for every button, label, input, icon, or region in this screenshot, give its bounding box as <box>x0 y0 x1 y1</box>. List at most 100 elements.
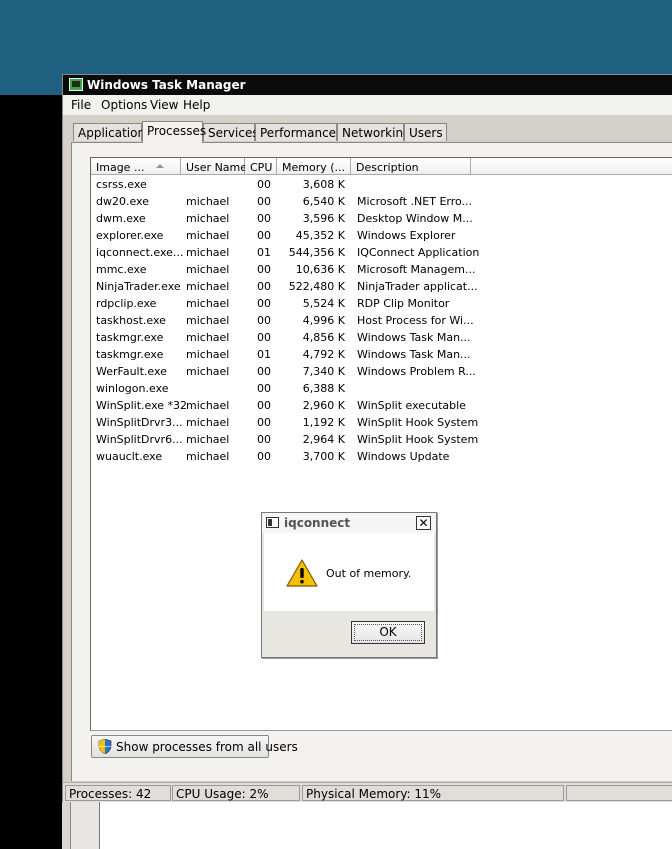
table-row[interactable]: WinSplit.exe *32 michael 00 2,960 K WinSplit… <box>91 397 672 414</box>
process-cpu: 00 <box>257 229 271 242</box>
tab-processes[interactable]: Processes <box>142 121 206 143</box>
column-image-name-label: Image ... <box>96 161 145 174</box>
process-cpu: 00 <box>257 178 271 191</box>
status-processes: Processes: 42 <box>65 785 171 801</box>
process-cpu: 01 <box>257 246 271 259</box>
dialog-body: Out of memory. <box>264 533 434 611</box>
process-description: NinjaTrader applicat... <box>357 280 478 293</box>
menu-help[interactable]: Help <box>183 98 210 112</box>
tab-services[interactable]: Services <box>203 123 259 141</box>
process-image-name: WinSplitDrvr6... <box>96 433 183 446</box>
app-window-icon <box>266 517 279 528</box>
process-memory: 7,340 K <box>302 365 345 378</box>
process-memory: 2,960 K <box>302 399 345 412</box>
table-row[interactable]: taskhost.exe michael 00 4,996 K Host Process… <box>91 312 672 329</box>
process-cpu: 00 <box>257 399 271 412</box>
error-dialog: iqconnect ✕ Out of memory. OK <box>261 512 437 658</box>
table-row[interactable]: WerFault.exe michael 00 7,340 K Windows Prob… <box>91 363 672 380</box>
tab-performance[interactable]: Performance <box>255 123 337 141</box>
process-memory: 2,964 K <box>302 433 345 446</box>
menu-view[interactable]: View <box>150 98 178 112</box>
process-description: Windows Task Man... <box>357 331 471 344</box>
column-description[interactable]: Description <box>351 158 471 175</box>
process-memory: 4,856 K <box>302 331 345 344</box>
process-description: Host Process for Wi... <box>357 314 474 327</box>
ok-button[interactable]: OK <box>351 621 425 644</box>
process-user-name: michael <box>186 365 230 378</box>
process-memory: 4,792 K <box>302 348 345 361</box>
table-row[interactable]: NinjaTrader.exe michael 00 522,480 K NinjaTr… <box>91 278 672 295</box>
shield-icon <box>98 739 112 754</box>
process-memory: 45,352 K <box>295 229 345 242</box>
process-memory: 6,540 K <box>302 195 345 208</box>
background-window-frame <box>70 802 100 849</box>
process-memory: 3,596 K <box>302 212 345 225</box>
table-row[interactable]: dw20.exe michael 00 6,540 K Microsoft .NET E… <box>91 193 672 210</box>
close-icon[interactable]: ✕ <box>416 516 431 530</box>
process-description: RDP Clip Monitor <box>357 297 450 310</box>
table-row[interactable]: taskmgr.exe michael 00 4,856 K Windows Task … <box>91 329 672 346</box>
process-cpu: 00 <box>257 263 271 276</box>
column-user-name[interactable]: User Name <box>181 158 247 175</box>
column-cpu[interactable]: CPU <box>245 158 277 175</box>
process-cpu: 00 <box>257 382 271 395</box>
menu-options[interactable]: Options <box>101 98 147 112</box>
column-filler <box>471 158 672 175</box>
process-image-name: csrss.exe <box>96 178 147 191</box>
title-bar[interactable]: Windows Task Manager <box>63 75 672 95</box>
table-row[interactable]: WinSplitDrvr6... michael 00 2,964 K WinSplit… <box>91 431 672 448</box>
process-description: Windows Task Man... <box>357 348 471 361</box>
table-row[interactable]: rdpclip.exe michael 00 5,524 K RDP Clip Moni… <box>91 295 672 312</box>
window-title: Windows Task Manager <box>87 78 246 92</box>
process-image-name: wuauclt.exe <box>96 450 163 463</box>
table-row[interactable]: csrss.exe 00 3,608 K <box>91 176 672 193</box>
process-user-name: michael <box>186 297 230 310</box>
sort-ascending-icon <box>156 164 164 168</box>
desktop-left-strip <box>0 95 62 849</box>
process-description: WinSplit executable <box>357 399 466 412</box>
table-row[interactable]: mmc.exe michael 00 10,636 K Microsoft Manage… <box>91 261 672 278</box>
table-row[interactable]: taskmgr.exe michael 01 4,792 K Windows Task … <box>91 346 672 363</box>
show-all-users-button[interactable]: Show processes from all users <box>91 735 298 758</box>
process-cpu: 00 <box>257 212 271 225</box>
table-row[interactable]: dwm.exe michael 00 3,596 K Desktop Window M.… <box>91 210 672 227</box>
process-description: Windows Explorer <box>357 229 456 242</box>
process-description: IQConnect Application <box>357 246 480 259</box>
process-cpu: 00 <box>257 331 271 344</box>
dialog-title-bar[interactable]: iqconnect ✕ <box>262 513 436 533</box>
process-memory: 10,636 K <box>295 263 345 276</box>
process-memory: 522,480 K <box>288 280 345 293</box>
process-image-name: mmc.exe <box>96 263 147 276</box>
process-description: Microsoft Managem... <box>357 263 476 276</box>
process-user-name: michael <box>186 246 230 259</box>
column-image-name[interactable]: Image ... <box>91 158 181 175</box>
process-cpu: 00 <box>257 416 271 429</box>
process-image-name: rdpclip.exe <box>96 297 157 310</box>
process-user-name: michael <box>186 450 230 463</box>
process-memory: 3,700 K <box>302 450 345 463</box>
tab-networking[interactable]: Networking <box>337 123 411 141</box>
process-image-name: winlogon.exe <box>96 382 169 395</box>
process-image-name: taskhost.exe <box>96 314 166 327</box>
process-memory: 1,192 K <box>302 416 345 429</box>
tab-users[interactable]: Users <box>404 123 447 141</box>
process-user-name: michael <box>186 195 230 208</box>
process-cpu: 00 <box>257 195 271 208</box>
process-user-name: michael <box>186 314 230 327</box>
process-user-name: michael <box>186 348 230 361</box>
tab-applications[interactable]: Applications <box>73 123 151 141</box>
column-memory[interactable]: Memory (... <box>277 158 351 175</box>
process-description: Microsoft .NET Erro... <box>357 195 473 208</box>
process-image-name: taskmgr.exe <box>96 348 164 361</box>
process-description: WinSplit Hook System <box>357 416 479 429</box>
table-row[interactable]: winlogon.exe 00 6,388 K <box>91 380 672 397</box>
menu-file[interactable]: File <box>71 98 91 112</box>
table-row[interactable]: WinSplitDrvr3... michael 00 1,192 K WinSplit… <box>91 414 672 431</box>
process-description: WinSplit Hook System <box>357 433 479 446</box>
process-description: Desktop Window M... <box>357 212 473 225</box>
process-cpu: 01 <box>257 348 271 361</box>
table-row[interactable]: wuauclt.exe michael 00 3,700 K Windows Updat… <box>91 448 672 465</box>
table-row[interactable]: explorer.exe michael 00 45,352 K Windows Exp… <box>91 227 672 244</box>
table-row[interactable]: iqconnect.exe... michael 01 544,356 K IQConn… <box>91 244 672 261</box>
status-cpu-usage: CPU Usage: 2% <box>172 785 300 801</box>
